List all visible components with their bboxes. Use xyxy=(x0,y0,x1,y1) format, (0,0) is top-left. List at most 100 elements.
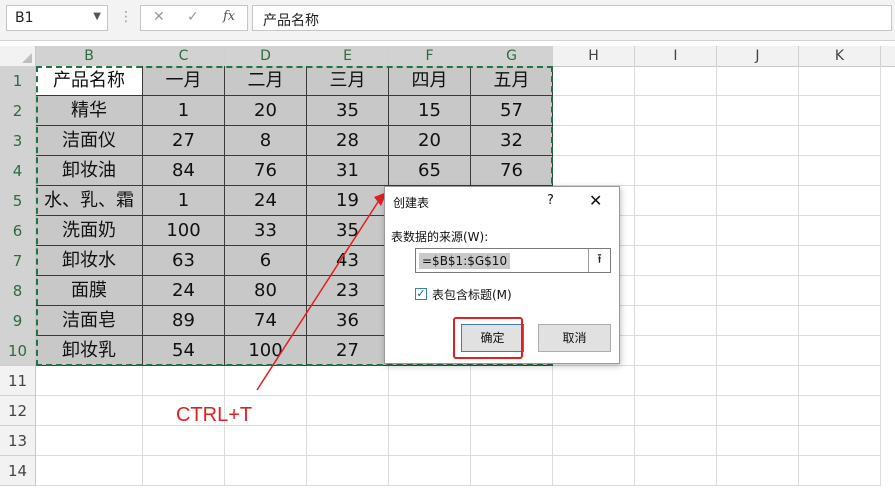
cell-b11[interactable] xyxy=(36,366,143,396)
select-all-button[interactable] xyxy=(0,46,36,66)
cell-b10[interactable]: 卸妆乳 xyxy=(36,336,143,366)
cell-d9[interactable]: 74 xyxy=(225,306,307,336)
cell-i12[interactable] xyxy=(635,396,717,426)
cell-k14[interactable] xyxy=(799,456,881,486)
cell-i14[interactable] xyxy=(635,456,717,486)
cell-b13[interactable] xyxy=(36,426,143,456)
row-header-7[interactable]: 7 xyxy=(0,246,36,276)
cell-k11[interactable] xyxy=(799,366,881,396)
cell-c1[interactable]: 一月 xyxy=(143,66,225,96)
cell-j12[interactable] xyxy=(717,396,799,426)
drag-handle-icon[interactable]: ⋮ xyxy=(119,9,133,25)
cell-g4[interactable]: 76 xyxy=(471,156,553,186)
cell-e14[interactable] xyxy=(307,456,389,486)
cell-j7[interactable] xyxy=(717,246,799,276)
cell-b9[interactable]: 洁面皂 xyxy=(36,306,143,336)
collapse-dialog-icon[interactable]: ⭱ xyxy=(588,249,610,272)
cell-e4[interactable]: 31 xyxy=(307,156,389,186)
column-header-e[interactable]: E xyxy=(307,46,389,66)
cell-d1[interactable]: 二月 xyxy=(225,66,307,96)
close-icon[interactable]: ✕ xyxy=(589,191,602,210)
cell-e11[interactable] xyxy=(307,366,389,396)
cell-d5[interactable]: 24 xyxy=(225,186,307,216)
cell-b7[interactable]: 卸妆水 xyxy=(36,246,143,276)
cell-j2[interactable] xyxy=(717,96,799,126)
name-box[interactable]: B1 ▼ xyxy=(6,5,108,31)
cell-k2[interactable] xyxy=(799,96,881,126)
cell-e5[interactable]: 19 xyxy=(307,186,389,216)
help-icon[interactable]: ? xyxy=(547,193,554,208)
cell-d7[interactable]: 6 xyxy=(225,246,307,276)
cell-e10[interactable]: 27 xyxy=(307,336,389,366)
row-header-13[interactable]: 13 xyxy=(0,426,36,456)
cell-j10[interactable] xyxy=(717,336,799,366)
cell-i9[interactable] xyxy=(635,306,717,336)
cell-h14[interactable] xyxy=(553,456,635,486)
cell-g14[interactable] xyxy=(471,456,553,486)
cell-e2[interactable]: 35 xyxy=(307,96,389,126)
column-header-h[interactable]: H xyxy=(553,46,635,66)
cell-f12[interactable] xyxy=(389,396,471,426)
cell-b3[interactable]: 洁面仪 xyxy=(36,126,143,156)
cell-e7[interactable]: 43 xyxy=(307,246,389,276)
column-header-f[interactable]: F xyxy=(389,46,471,66)
column-header-k[interactable]: K xyxy=(799,46,881,66)
cell-b2[interactable]: 精华 xyxy=(36,96,143,126)
cell-c11[interactable] xyxy=(143,366,225,396)
cell-f14[interactable] xyxy=(389,456,471,486)
cell-b5[interactable]: 水、乳、霜 xyxy=(36,186,143,216)
cell-j11[interactable] xyxy=(717,366,799,396)
cell-d6[interactable]: 33 xyxy=(225,216,307,246)
row-header-9[interactable]: 9 xyxy=(0,306,36,336)
cell-k8[interactable] xyxy=(799,276,881,306)
row-header-10[interactable]: 10 xyxy=(0,336,36,366)
cell-i2[interactable] xyxy=(635,96,717,126)
cell-d4[interactable]: 76 xyxy=(225,156,307,186)
cell-d14[interactable] xyxy=(225,456,307,486)
cell-d8[interactable]: 80 xyxy=(225,276,307,306)
row-header-2[interactable]: 2 xyxy=(0,96,36,126)
cell-c14[interactable] xyxy=(143,456,225,486)
cell-d10[interactable]: 100 xyxy=(225,336,307,366)
row-header-14[interactable]: 14 xyxy=(0,456,36,486)
chevron-down-icon[interactable]: ▼ xyxy=(93,11,101,22)
cell-h12[interactable] xyxy=(553,396,635,426)
cell-e9[interactable]: 36 xyxy=(307,306,389,336)
has-headers-label[interactable]: 表包含标题(M) xyxy=(432,286,512,303)
cell-i4[interactable] xyxy=(635,156,717,186)
cell-k10[interactable] xyxy=(799,336,881,366)
cell-d3[interactable]: 8 xyxy=(225,126,307,156)
cell-f2[interactable]: 15 xyxy=(389,96,471,126)
cell-e12[interactable] xyxy=(307,396,389,426)
cell-d2[interactable]: 20 xyxy=(225,96,307,126)
cell-b8[interactable]: 面膜 xyxy=(36,276,143,306)
cell-k1[interactable] xyxy=(799,66,881,96)
cell-e13[interactable] xyxy=(307,426,389,456)
cell-j5[interactable] xyxy=(717,186,799,216)
cell-c9[interactable]: 89 xyxy=(143,306,225,336)
cancel-button[interactable]: 取消 xyxy=(538,324,611,352)
cell-h11[interactable] xyxy=(553,366,635,396)
source-range-input[interactable]: =$B$1:$G$10 ⭱ xyxy=(415,248,611,273)
cell-g13[interactable] xyxy=(471,426,553,456)
cell-c13[interactable] xyxy=(143,426,225,456)
cell-e6[interactable]: 35 xyxy=(307,216,389,246)
cell-e8[interactable]: 23 xyxy=(307,276,389,306)
cell-c2[interactable]: 1 xyxy=(143,96,225,126)
cell-j1[interactable] xyxy=(717,66,799,96)
cell-h4[interactable] xyxy=(553,156,635,186)
cell-e3[interactable]: 28 xyxy=(307,126,389,156)
cell-c10[interactable]: 54 xyxy=(143,336,225,366)
cell-j4[interactable] xyxy=(717,156,799,186)
cell-j3[interactable] xyxy=(717,126,799,156)
cell-h2[interactable] xyxy=(553,96,635,126)
cell-i11[interactable] xyxy=(635,366,717,396)
cell-f11[interactable] xyxy=(389,366,471,396)
cell-g2[interactable]: 57 xyxy=(471,96,553,126)
cell-b14[interactable] xyxy=(36,456,143,486)
cell-k4[interactable] xyxy=(799,156,881,186)
cell-j13[interactable] xyxy=(717,426,799,456)
row-header-8[interactable]: 8 xyxy=(0,276,36,306)
cell-b12[interactable] xyxy=(36,396,143,426)
formula-input[interactable]: 产品名称 xyxy=(252,5,892,31)
